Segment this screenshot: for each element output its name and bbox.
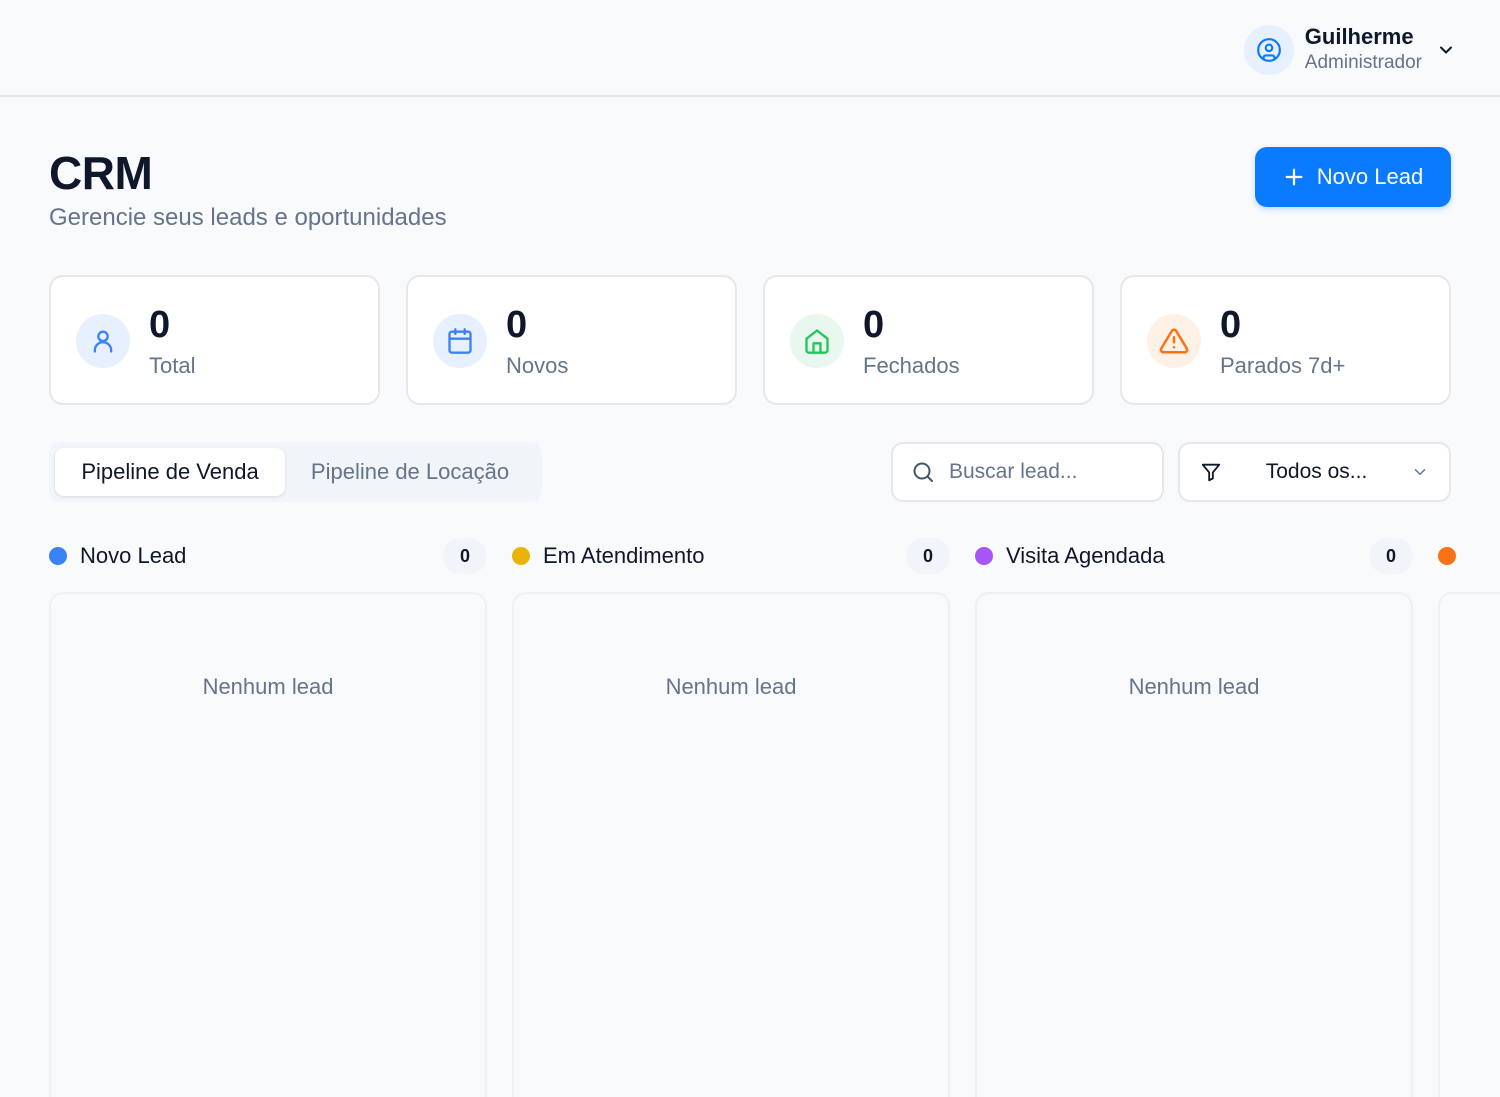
user-circle-icon <box>1256 38 1281 62</box>
column-count-badge: 0 <box>1369 538 1413 574</box>
kanban-column-em-atendimento: Em Atendimento 0 Nenhum lead <box>512 538 950 1097</box>
warning-icon <box>1159 328 1189 354</box>
chevron-down-icon <box>1414 469 1426 475</box>
page-subtitle: Gerencie seus leads e oportunidades <box>49 204 447 231</box>
search-icon <box>913 462 933 482</box>
user-name: Guilherme <box>1304 24 1414 49</box>
column-title: Em Atendimento <box>543 543 705 568</box>
column-dropzone[interactable] <box>1438 592 1500 1097</box>
column-header: Visita Agendada 0 <box>975 538 1413 574</box>
status-dot <box>1438 547 1456 565</box>
stat-card-fechados: 0 Fechados <box>763 275 1094 405</box>
user-icon <box>93 330 113 353</box>
stat-icon-wrap <box>433 314 487 368</box>
tab-pipeline-locacao[interactable]: Pipeline de Locação <box>285 448 535 496</box>
stat-icon-wrap <box>76 314 130 368</box>
status-dot <box>49 547 67 565</box>
search-input[interactable] <box>949 460 1149 484</box>
stat-card-novos: 0 Novos <box>406 275 737 405</box>
stat-value: 0 <box>1220 304 1242 346</box>
tab-pipeline-venda[interactable]: Pipeline de Venda <box>55 448 285 496</box>
plus-icon <box>1285 168 1303 186</box>
kanban-column-visita-agendada: Visita Agendada 0 Nenhum lead <box>975 538 1413 1097</box>
column-header: Novo Lead 0 <box>49 538 487 574</box>
stat-card-parados: 0 Parados 7d+ <box>1120 275 1451 405</box>
new-lead-button[interactable]: Novo Lead <box>1255 147 1451 207</box>
stat-card-total: 0 Total <box>49 275 380 405</box>
new-lead-button-label: Novo Lead <box>1316 164 1424 189</box>
filter-selected-value: Todos os... <box>1265 460 1368 483</box>
stat-label: Fechados <box>863 353 960 378</box>
chevron-down-icon[interactable] <box>1436 40 1456 60</box>
column-title: Visita Agendada <box>1006 543 1165 568</box>
calendar-icon <box>448 328 472 354</box>
stat-icon-wrap <box>790 314 844 368</box>
stat-label: Total <box>149 353 196 378</box>
status-dot <box>975 547 993 565</box>
kanban-column-novo-lead: Novo Lead 0 Nenhum lead <box>49 538 487 1097</box>
avatar <box>1243 25 1294 75</box>
stat-value: 0 <box>863 304 885 346</box>
column-count-badge: 0 <box>443 538 487 574</box>
column-header <box>1438 538 1500 574</box>
filter-icon <box>1201 463 1221 482</box>
column-dropzone[interactable]: Nenhum lead <box>512 592 950 1097</box>
home-icon <box>805 329 829 354</box>
page-title: CRM <box>49 147 153 199</box>
stat-value: 0 <box>149 304 171 346</box>
status-dot <box>512 547 530 565</box>
empty-state-text: Nenhum lead <box>665 674 797 699</box>
stat-value: 0 <box>506 304 528 346</box>
column-header: Em Atendimento 0 <box>512 538 950 574</box>
user-info: Guilherme Administrador <box>1305 24 1422 76</box>
filter-select[interactable]: Todos os... <box>1178 442 1451 502</box>
empty-state-text: Nenhum lead <box>202 674 334 699</box>
pipeline-tabs: Pipeline de Venda Pipeline de Locação <box>49 442 542 502</box>
stats-row: 0 Total 0 Novos 0 Fechados 0 Parados 7d+ <box>49 275 1451 405</box>
column-dropzone[interactable]: Nenhum lead <box>49 592 487 1097</box>
search-box <box>891 442 1164 502</box>
column-dropzone[interactable]: Nenhum lead <box>975 592 1413 1097</box>
user-menu[interactable]: Guilherme Administrador <box>1243 24 1456 76</box>
column-title: Novo Lead <box>80 543 187 568</box>
stat-icon-wrap <box>1147 314 1201 368</box>
empty-state-text: Nenhum lead <box>1128 674 1260 699</box>
column-count-badge: 0 <box>906 538 950 574</box>
kanban-column-partial <box>1438 538 1500 1097</box>
top-bar: Guilherme Administrador <box>0 0 1500 97</box>
stat-label: Parados 7d+ <box>1220 353 1346 378</box>
stat-label: Novos <box>506 353 569 378</box>
kanban-board: Novo Lead 0 Nenhum lead Em Atendimento 0… <box>49 538 1500 1097</box>
user-role: Administrador <box>1304 52 1422 73</box>
